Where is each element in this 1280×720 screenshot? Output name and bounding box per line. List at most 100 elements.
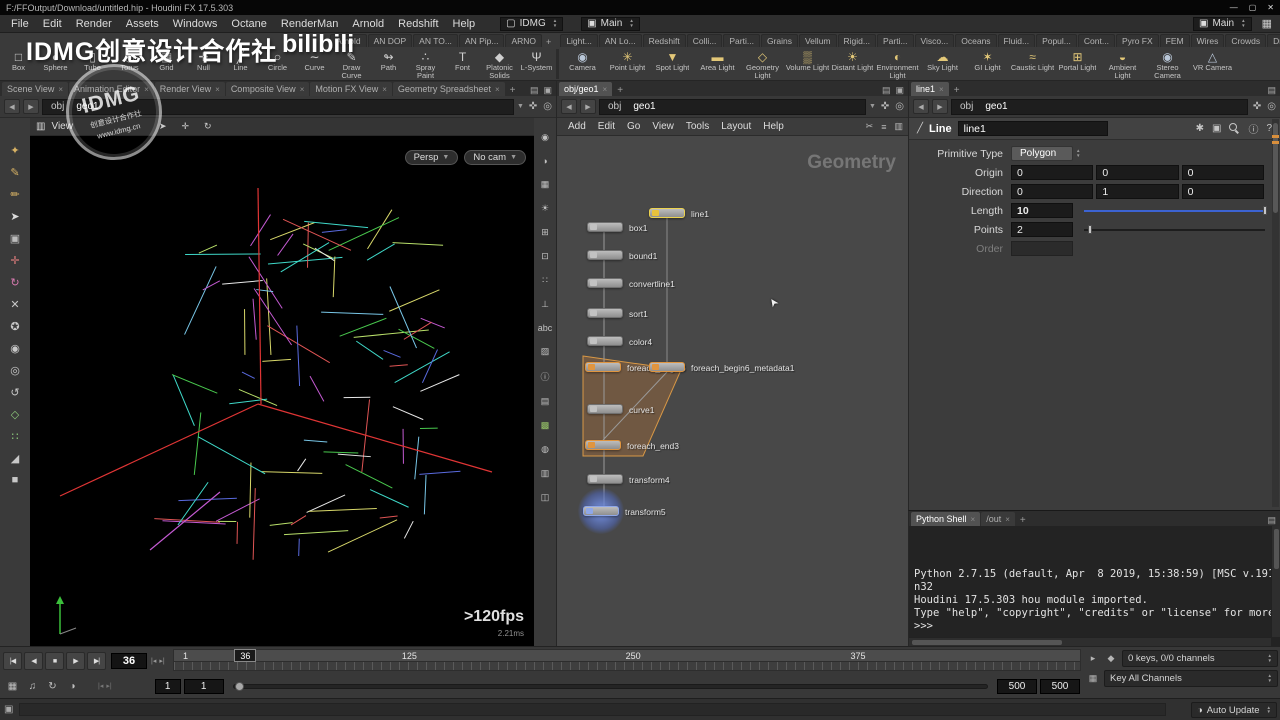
- jump-to-start-button[interactable]: |◀: [3, 652, 22, 670]
- menu-item[interactable]: Help: [757, 121, 790, 132]
- geometry-select-icon[interactable]: ◇: [11, 408, 19, 421]
- direction-x-field[interactable]: 0: [1011, 184, 1093, 199]
- network-node[interactable]: convertline1: [587, 278, 623, 288]
- spinner-icon[interactable]: ▲▼: [1267, 706, 1271, 715]
- menu-item[interactable]: Edit: [36, 18, 69, 30]
- desktop-selector[interactable]: ▢ IDMG ▲▼: [500, 17, 563, 31]
- shelf-tab[interactable]: Cont...: [1078, 34, 1115, 47]
- network-node[interactable]: foreach_begin6_metadata1: [649, 362, 685, 372]
- shelf-tool-button[interactable]: ✳ Point Light: [605, 47, 650, 81]
- network-node[interactable]: line1: [649, 208, 685, 218]
- prev-key-button[interactable]: |◂: [98, 682, 103, 690]
- selection-lock-icon[interactable]: ▣: [10, 232, 20, 245]
- sculpt-state-icon[interactable]: ✏: [10, 188, 19, 201]
- follow-selection-icon[interactable]: ◎: [543, 101, 552, 112]
- new-pane-tab-button[interactable]: +: [506, 85, 520, 96]
- shelf-tab[interactable]: AN Pip...: [459, 34, 505, 47]
- shelf-tab[interactable]: Parti...: [877, 34, 914, 47]
- playhead[interactable]: 36: [234, 649, 256, 662]
- shelf-tool-button[interactable]: ▬ Area Light: [695, 47, 740, 81]
- path-breadcrumb[interactable]: objgeo1: [951, 99, 1248, 115]
- shelf-tool-button[interactable]: ≈ Caustic Light: [1010, 47, 1055, 81]
- shelf-tool-button[interactable]: ◉ Stereo Camera: [1145, 47, 1190, 81]
- projection-selector[interactable]: Persp▼: [405, 150, 459, 165]
- shelf-tab[interactable]: Fluid...: [998, 34, 1036, 47]
- menu-item[interactable]: Edit: [592, 121, 621, 132]
- main-desktop-selector[interactable]: ▣ Main ▲▼: [581, 17, 640, 31]
- pin-pane-icon[interactable]: ✜: [1253, 101, 1261, 112]
- chevron-down-icon[interactable]: ▼: [517, 103, 524, 110]
- edges-select-icon[interactable]: ◢: [11, 452, 19, 465]
- length-slider[interactable]: [1084, 203, 1267, 218]
- current-frame-field[interactable]: 36: [111, 653, 147, 669]
- realtime-toggle-icon[interactable]: ◑: [64, 681, 81, 692]
- add-shelf-tab-button[interactable]: +: [543, 37, 554, 47]
- new-pane-tab-button[interactable]: +: [950, 85, 964, 96]
- new-pane-tab-button[interactable]: +: [1016, 515, 1030, 526]
- spinner-icon[interactable]: ▲▼: [553, 19, 557, 28]
- shelf-tab[interactable]: ARNO: [505, 34, 542, 47]
- stop-button[interactable]: ■: [45, 652, 64, 670]
- shelf-tab[interactable]: AN DOP: [368, 34, 413, 47]
- viewport-layout-icon[interactable]: ▥: [36, 121, 45, 132]
- shelf-tab[interactable]: Vellum: [799, 34, 837, 47]
- breadcrumb-item[interactable]: obj: [608, 101, 621, 112]
- shelf-tool-button[interactable]: ◒ Ambient Light: [1100, 47, 1145, 81]
- split-pane-icon[interactable]: ▣: [543, 85, 552, 96]
- show-handles-tool-icon[interactable]: ✦: [10, 144, 19, 157]
- keys-info-dropdown[interactable]: 0 keys, 0/0 channels ▲▼: [1122, 650, 1278, 667]
- viewport-layout-icon[interactable]: ◫: [541, 492, 550, 503]
- safe-frame-icon[interactable]: ▥: [541, 468, 550, 479]
- display-text-icon[interactable]: abc: [538, 323, 553, 333]
- close-tab-icon[interactable]: ×: [939, 85, 944, 94]
- shelf-tab[interactable]: Colli...: [687, 34, 723, 47]
- orbit-tool-icon[interactable]: ↺: [10, 386, 19, 399]
- shelf-tab[interactable]: Wires: [1191, 34, 1225, 47]
- network-node[interactable]: transform4: [587, 474, 623, 484]
- shelf-tool-button[interactable]: T Font: [444, 47, 481, 81]
- param-scrollbar[interactable]: [1272, 119, 1279, 507]
- camera-view-icon[interactable]: ◍: [541, 444, 549, 455]
- frame-ruler[interactable]: 1125250375 36: [173, 649, 1081, 673]
- playback-range-end-field[interactable]: 500: [997, 679, 1037, 694]
- close-tab-icon[interactable]: ×: [58, 85, 63, 94]
- pane-menu-icon[interactable]: ▤: [530, 85, 539, 96]
- snip-wires-icon[interactable]: ✂: [866, 121, 874, 132]
- node-info-icon[interactable]: ⓘ: [1248, 121, 1258, 136]
- close-tab-icon[interactable]: ×: [1005, 515, 1010, 524]
- shelf-tab[interactable]: Visco...: [915, 34, 955, 47]
- playback-range-start-field[interactable]: 1: [184, 679, 224, 694]
- shelf-tab[interactable]: Grains: [761, 34, 798, 47]
- forward-button[interactable]: ▶: [580, 99, 596, 114]
- network-display-icon[interactable]: ▥: [894, 121, 903, 132]
- shading-mode-icon[interactable]: ◑: [542, 156, 547, 166]
- spinner-icon[interactable]: ▲▼: [1268, 674, 1272, 683]
- key-all-channels-dropdown[interactable]: Key All Channels ▲▼: [1104, 670, 1278, 687]
- snap-options-icon[interactable]: ◎: [10, 364, 20, 377]
- chevron-down-icon[interactable]: ▼: [869, 103, 876, 110]
- range-slider-handle[interactable]: [235, 682, 244, 691]
- breadcrumb-item[interactable]: geo1: [985, 101, 1007, 112]
- shelf-tool-button[interactable]: ◇ Geometry Light: [740, 47, 785, 81]
- shelf-tool-button[interactable]: ☁ Sky Light: [920, 47, 965, 81]
- info-overlay-icon[interactable]: ⓘ: [540, 370, 549, 383]
- node-presets-icon[interactable]: ✱: [1196, 123, 1204, 134]
- pane-tab[interactable]: obj/geo1 ×: [559, 82, 612, 96]
- keyframe-icon[interactable]: ◆: [1104, 653, 1118, 664]
- shelf-tool-button[interactable]: ▼ Spot Light: [650, 47, 695, 81]
- network-canvas[interactable]: Geometry line1 box1: [557, 136, 908, 646]
- menu-item[interactable]: File: [4, 18, 36, 30]
- shelf-tab[interactable]: FEM: [1160, 34, 1190, 47]
- pane-tab[interactable]: line1 ×: [911, 82, 949, 96]
- back-button[interactable]: ◀: [4, 99, 20, 114]
- pin-pane-icon[interactable]: ✜: [881, 101, 889, 112]
- display-options-icon[interactable]: ▩: [541, 420, 550, 431]
- pane-menu-icon[interactable]: ▤: [1267, 515, 1276, 526]
- close-tab-icon[interactable]: ×: [382, 85, 387, 94]
- menu-item[interactable]: Tools: [680, 121, 715, 132]
- shelf-tool-button[interactable]: ↬ Path: [370, 47, 407, 81]
- origin-z-field[interactable]: 0: [1182, 165, 1264, 180]
- back-button[interactable]: ◀: [561, 99, 577, 114]
- split-pane-icon[interactable]: ▣: [895, 85, 904, 96]
- shelf-tab[interactable]: Parti...: [723, 34, 760, 47]
